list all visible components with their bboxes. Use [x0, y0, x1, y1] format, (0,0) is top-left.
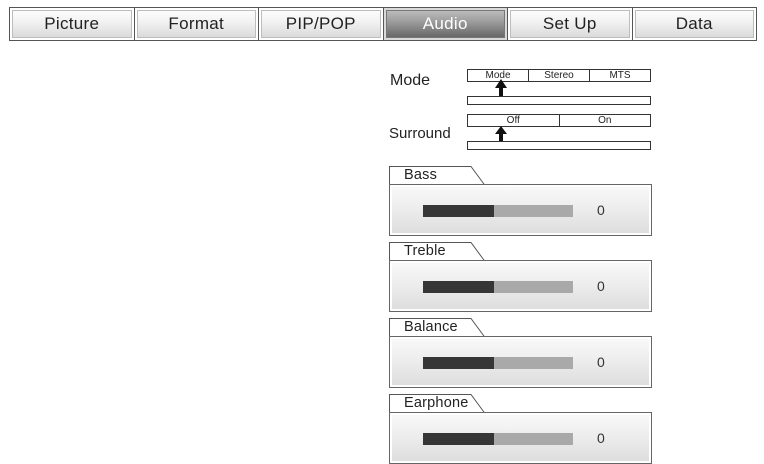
tab-data[interactable]: Data: [632, 8, 756, 40]
earphone-value: 0: [597, 430, 605, 446]
treble-label: Treble: [404, 243, 446, 259]
earphone-slider-fill: [423, 433, 494, 445]
balance-group: Balance 0: [389, 318, 652, 388]
balance-slider[interactable]: [423, 357, 573, 369]
bass-slider-fill: [423, 205, 494, 217]
mode-indicator-track: [467, 96, 651, 105]
mode-option-mts[interactable]: MTS: [590, 70, 650, 81]
tab-audio[interactable]: Audio: [383, 8, 507, 40]
bass-group: Bass 0: [389, 166, 652, 236]
tab-pip-pop[interactable]: PIP/POP: [259, 8, 383, 40]
treble-slider[interactable]: [423, 281, 573, 293]
surround-option-on[interactable]: On: [560, 115, 651, 126]
tab-format[interactable]: Format: [134, 8, 258, 40]
bass-tab-label: Bass: [389, 166, 486, 186]
surround-option-off[interactable]: Off: [468, 115, 560, 126]
earphone-slider[interactable]: [423, 433, 573, 445]
balance-label: Balance: [404, 319, 458, 335]
earphone-panel: 0: [389, 412, 652, 464]
mode-option-stereo[interactable]: Stereo: [529, 70, 590, 81]
balance-panel: 0: [389, 336, 652, 388]
tab-set-up[interactable]: Set Up: [508, 8, 632, 40]
balance-value: 0: [597, 354, 605, 370]
surround-label: Surround: [389, 125, 451, 142]
surround-indicator-track: [467, 141, 651, 150]
mode-label: Mode: [390, 72, 431, 89]
bass-value: 0: [597, 202, 605, 218]
earphone-label: Earphone: [404, 395, 469, 411]
menu-tab-bar: Picture Format PIP/POP Audio Set Up Data: [9, 7, 757, 41]
balance-slider-fill: [423, 357, 494, 369]
bass-slider[interactable]: [423, 205, 573, 217]
balance-tab-label: Balance: [389, 318, 486, 338]
earphone-tab-label: Earphone: [389, 394, 486, 414]
treble-value: 0: [597, 278, 605, 294]
bass-label: Bass: [404, 167, 438, 183]
up-arrow-pointer-icon: [495, 126, 507, 142]
treble-group: Treble 0: [389, 242, 652, 312]
treble-panel: 0: [389, 260, 652, 312]
tab-picture[interactable]: Picture: [10, 8, 134, 40]
bass-panel: 0: [389, 184, 652, 236]
earphone-group: Earphone 0: [389, 394, 652, 464]
treble-tab-label: Treble: [389, 242, 486, 262]
treble-slider-fill: [423, 281, 494, 293]
